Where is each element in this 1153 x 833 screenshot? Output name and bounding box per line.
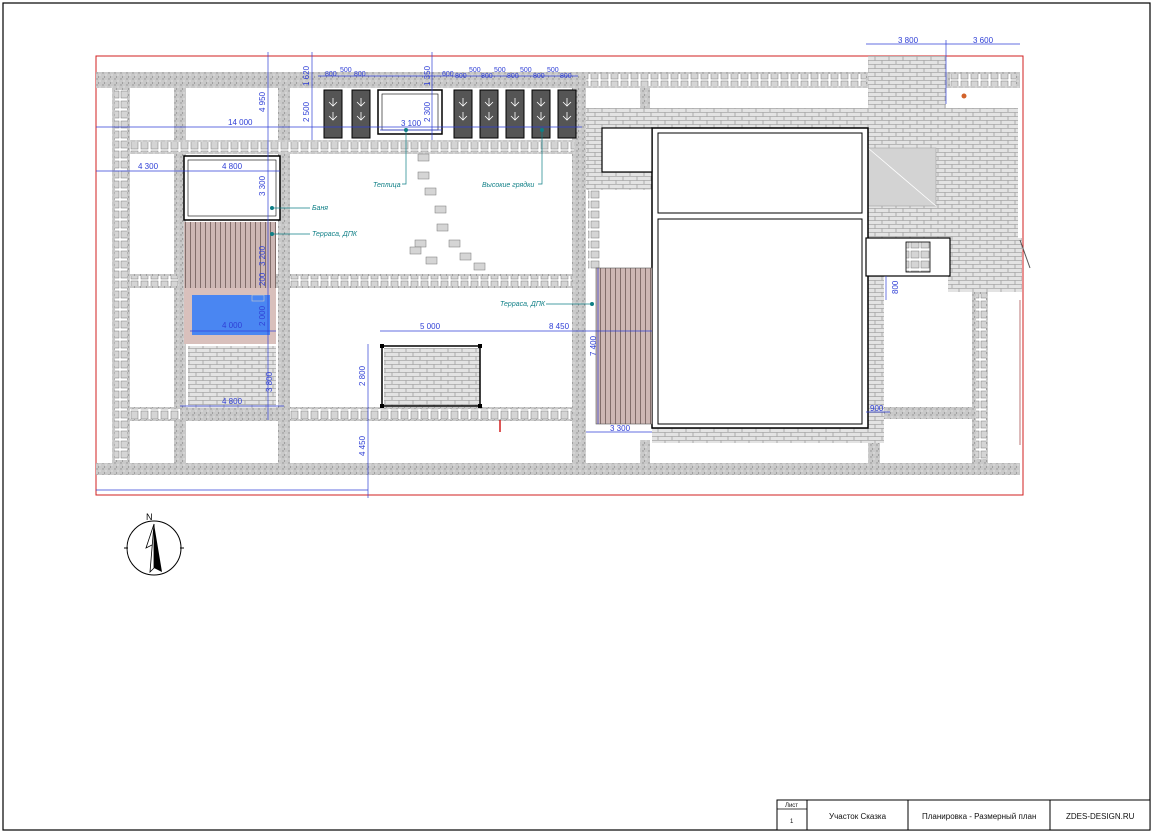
dim-1620: 1 620 bbox=[302, 65, 311, 86]
dim-200: 200 bbox=[258, 272, 267, 286]
title-block: Лист 1 Участок Сказка Планировка - Разме… bbox=[776, 799, 1151, 831]
dim-bed-800-5: 800 bbox=[507, 73, 519, 80]
dim-7400: 7 400 bbox=[589, 335, 598, 356]
dim-1350: 1 350 bbox=[423, 65, 432, 86]
dim-bed-500-1: 500 bbox=[340, 67, 352, 74]
dim-bed-500-5: 500 bbox=[547, 67, 559, 74]
dim-bed-800-6: 800 bbox=[533, 73, 545, 80]
dim-3600-top: 3 600 bbox=[973, 36, 994, 45]
dim-3800: 3 800 bbox=[265, 371, 274, 392]
dim-bed-800-7: 800 bbox=[560, 73, 572, 80]
dim-bed-500-3: 500 bbox=[494, 67, 506, 74]
dim-3300-bath: 3 300 bbox=[258, 175, 267, 196]
label-terrace-left: Терраса, ДПК bbox=[312, 231, 358, 238]
dim-4000: 4 000 bbox=[222, 321, 243, 330]
dim-4300: 4 300 bbox=[138, 162, 159, 171]
dim-900: 900 bbox=[870, 404, 884, 413]
drawing-name: Планировка - Размерный план bbox=[922, 812, 1036, 821]
dim-bed-800-3: 800 bbox=[455, 73, 467, 80]
dim-bed-800-4: 800 bbox=[481, 73, 493, 80]
dim-2500: 2 500 bbox=[302, 101, 311, 122]
dim-14000: 14 000 bbox=[228, 118, 253, 127]
project-name: Участок Сказка bbox=[829, 812, 887, 821]
dim-4950: 4 950 bbox=[258, 91, 267, 112]
dim-4800-bottom: 4 800 bbox=[222, 397, 243, 406]
dim-3200: 3 200 bbox=[258, 245, 267, 266]
dim-bed-500-2: 500 bbox=[469, 67, 481, 74]
dim-4450: 4 450 bbox=[358, 435, 367, 456]
dim-2800: 2 800 bbox=[358, 365, 367, 386]
dim-bed-800-1: 800 bbox=[325, 71, 337, 78]
dim-bed-500-4: 500 bbox=[520, 67, 532, 74]
dim-3300-terrace: 3 300 bbox=[610, 424, 631, 433]
dim-2000: 2 000 bbox=[258, 305, 267, 326]
dim-bed-800-2: 800 bbox=[354, 71, 366, 78]
dim-bed-600: 600 bbox=[442, 71, 454, 78]
label-greenhouse: Теплица bbox=[373, 182, 401, 189]
dim-8450: 8 450 bbox=[549, 322, 570, 331]
dim-5000: 5 000 bbox=[420, 322, 441, 331]
company-name: ZDES-DESIGN.RU bbox=[1066, 812, 1135, 821]
dim-2300: 2 300 bbox=[423, 101, 432, 122]
label-bathhouse: Баня bbox=[312, 205, 328, 212]
site-plan-sheet: Теплица Высокие грядки Баня Терраса, ДПК… bbox=[2, 2, 1151, 831]
compass-north-label: N bbox=[146, 512, 153, 522]
terrace-right bbox=[595, 267, 653, 425]
dim-4800-top: 4 800 bbox=[222, 162, 243, 171]
label-terrace-right: Терраса, ДПК bbox=[500, 301, 546, 308]
sheet-label: Лист bbox=[785, 803, 798, 809]
dim-3800-top: 3 800 bbox=[898, 36, 919, 45]
dim-3100: 3 100 bbox=[401, 119, 422, 128]
dim-800-right: 800 bbox=[891, 280, 900, 294]
label-raised-beds: Высокие грядки bbox=[482, 181, 534, 189]
